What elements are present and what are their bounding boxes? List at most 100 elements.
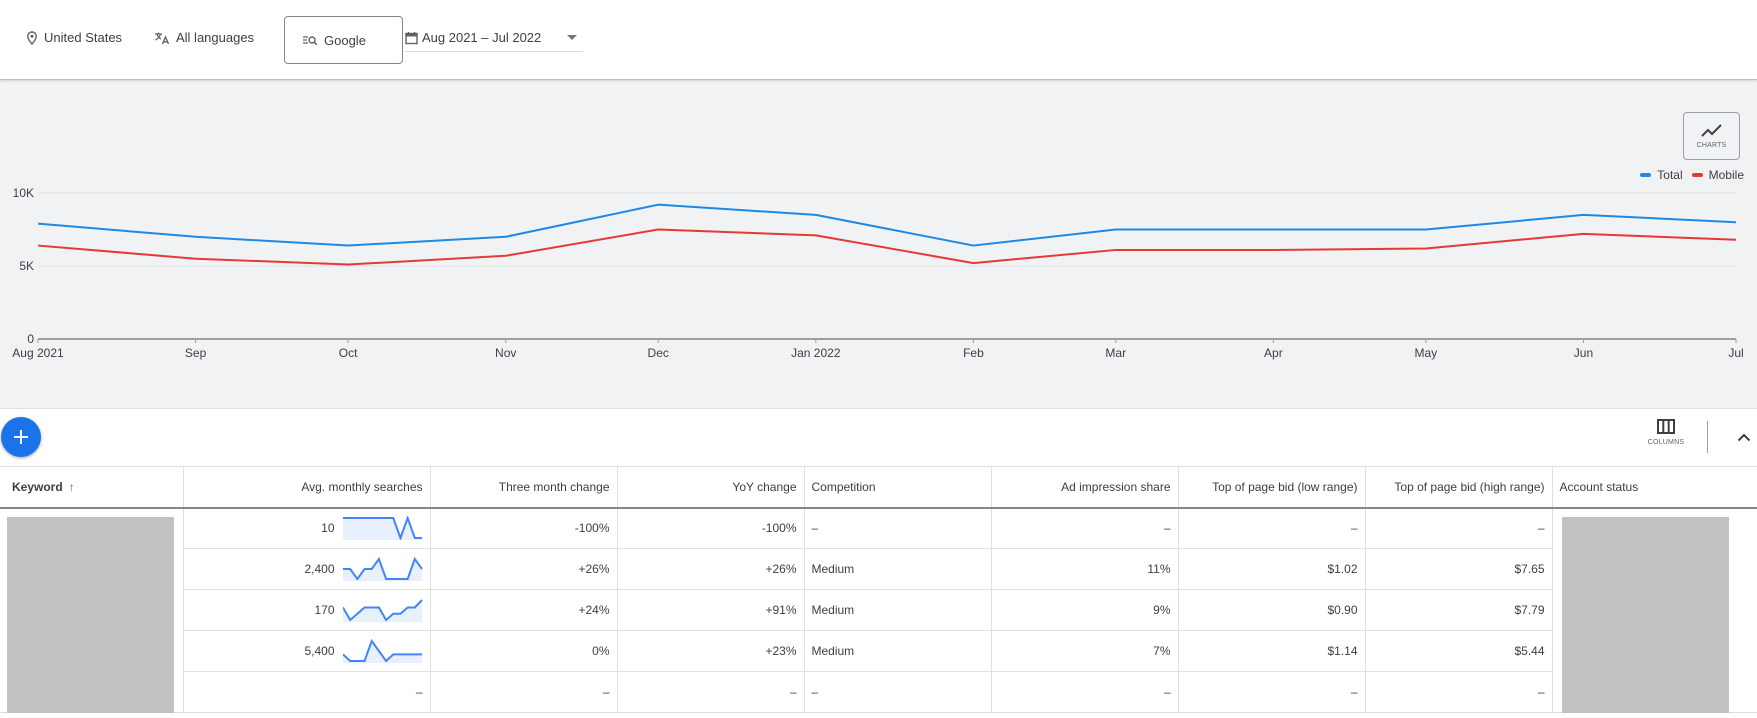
- line-chart: 0 5K 10K Aug 2021 Sep Oct Nov Dec Jan 2022 Feb Mar…: [12, 186, 1743, 360]
- data-point-mobile[interactable]: [193, 256, 199, 262]
- data-point-total[interactable]: [1113, 227, 1119, 233]
- data-point-mobile[interactable]: [35, 243, 41, 249]
- data-point-total[interactable]: [345, 243, 351, 249]
- trend-sparkline: [342, 639, 422, 663]
- competition-cell: Medium: [804, 548, 992, 590]
- bid-low-cell: $1.14: [1178, 630, 1366, 672]
- columns-icon: [1657, 419, 1675, 434]
- data-point-mobile[interactable]: [813, 232, 819, 238]
- avg-monthly-searches-cell: 2,400: [183, 548, 431, 590]
- data-point-total[interactable]: [813, 212, 819, 218]
- data-point-mobile[interactable]: [970, 260, 976, 266]
- add-keywords-button[interactable]: [1, 417, 41, 457]
- column-header-bid-low[interactable]: Top of page bid (low range): [1178, 466, 1366, 509]
- x-tick-label: Jun: [1574, 346, 1593, 360]
- x-tick-label: Dec: [648, 346, 669, 360]
- data-point-total[interactable]: [193, 234, 199, 240]
- yoy-change-cell: –: [617, 671, 805, 713]
- legend-item-total[interactable]: Total: [1640, 168, 1683, 182]
- chart-legend: Total Mobile: [1631, 168, 1744, 182]
- table-row[interactable]: 5,400 0% +23% Medium 7% $1.14 $5.44: [0, 630, 1757, 672]
- charts-button[interactable]: CHARTS: [1683, 112, 1740, 160]
- legend-item-mobile[interactable]: Mobile: [1691, 168, 1744, 182]
- trend-sparkline: [342, 516, 422, 541]
- legend-swatch-total: [1640, 173, 1652, 177]
- competition-cell: –: [804, 507, 992, 549]
- column-header-account-status[interactable]: Account status: [1552, 466, 1757, 509]
- three-month-change-cell: –: [430, 671, 618, 713]
- legend-swatch-mobile: [1691, 173, 1703, 177]
- data-point-mobile[interactable]: [1113, 247, 1119, 253]
- date-range-picker[interactable]: Aug 2021 – Jul 2022: [405, 30, 583, 52]
- sparkline-area: [342, 641, 422, 663]
- data-point-total[interactable]: [35, 221, 41, 227]
- line-chart-icon: [1700, 123, 1722, 137]
- y-tick-label: 0: [27, 332, 34, 346]
- data-point-total[interactable]: [503, 234, 509, 240]
- data-point-total[interactable]: [655, 202, 661, 208]
- column-header-ad-impression-share[interactable]: Ad impression share: [991, 466, 1179, 509]
- columns-button[interactable]: COLUMNS: [1640, 419, 1692, 459]
- data-point-mobile[interactable]: [1733, 237, 1739, 243]
- x-tick-label: Apr: [1264, 346, 1283, 360]
- legend-label-total: Total: [1657, 168, 1683, 182]
- column-header-three-month-change[interactable]: Three month change: [430, 466, 618, 509]
- competition-cell: Medium: [804, 589, 992, 631]
- columns-button-label: COLUMNS: [1647, 439, 1685, 446]
- table-row[interactable]: – – – – – – –: [0, 671, 1757, 713]
- keyword-ideas-table: Keyword ↑ Avg. monthly searches Three mon…: [0, 466, 1757, 713]
- bid-low-cell: –: [1178, 671, 1366, 713]
- bid-high-cell: $5.44: [1365, 630, 1553, 672]
- search-network-icon: [303, 36, 318, 46]
- sparkline-area: [342, 518, 422, 541]
- location-filter[interactable]: United States: [26, 30, 122, 45]
- x-tick-label: Sep: [185, 346, 207, 360]
- location-pin-icon: [27, 30, 37, 45]
- avg-monthly-searches-cell: 10: [183, 507, 431, 549]
- x-tick-label: Jan 2022: [791, 346, 841, 360]
- chevron-up-icon: [1737, 433, 1751, 441]
- column-header-competition[interactable]: Competition: [804, 466, 992, 509]
- table-toolbar: COLUMNS: [0, 409, 1757, 466]
- legend-label-mobile: Mobile: [1708, 168, 1744, 182]
- data-point-mobile[interactable]: [655, 227, 661, 233]
- trend-sparkline: [342, 599, 423, 622]
- data-point-mobile[interactable]: [1423, 245, 1429, 251]
- column-header-bid-high[interactable]: Top of page bid (high range): [1365, 466, 1553, 509]
- bid-high-cell: –: [1365, 507, 1553, 549]
- table-row[interactable]: 170 +24% +91% Medium 9% $0.90 $7.79: [0, 589, 1757, 631]
- location-label: United States: [44, 30, 123, 45]
- x-tick-label: Mar: [1105, 346, 1126, 360]
- data-point-total[interactable]: [970, 243, 976, 249]
- data-point-mobile[interactable]: [1270, 247, 1276, 253]
- data-point-mobile[interactable]: [345, 262, 351, 268]
- filter-bar: United States All languages Google Aug 2…: [0, 0, 1757, 80]
- data-point-mobile[interactable]: [503, 253, 509, 259]
- three-month-change-cell: -100%: [430, 507, 618, 549]
- bid-low-cell: $1.02: [1178, 548, 1366, 590]
- x-tick-label: May: [1415, 346, 1438, 360]
- search-network-filter[interactable]: Google: [284, 16, 403, 64]
- ad-impression-share-cell: –: [991, 671, 1179, 713]
- language-filter[interactable]: All languages: [154, 30, 254, 45]
- data-point-total[interactable]: [1270, 227, 1276, 233]
- data-point-total[interactable]: [1733, 219, 1739, 225]
- sort-ascending-icon: ↑: [68, 479, 75, 494]
- table-row[interactable]: 10 -100% -100% – – – –: [0, 507, 1757, 713]
- yoy-change-cell: +23%: [617, 630, 805, 672]
- yoy-change-cell: -100%: [617, 507, 805, 549]
- data-point-total[interactable]: [1580, 212, 1586, 218]
- x-tick-label: Aug 2021: [12, 346, 64, 360]
- bid-low-cell: –: [1178, 507, 1366, 549]
- data-point-total[interactable]: [1423, 227, 1429, 233]
- column-header-keyword[interactable]: Keyword ↑: [0, 466, 184, 509]
- data-point-mobile[interactable]: [1580, 231, 1586, 237]
- column-header-avg-monthly-searches[interactable]: Avg. monthly searches: [183, 466, 431, 509]
- column-header-yoy-change[interactable]: YoY change: [617, 466, 805, 509]
- collapse-chart-button[interactable]: [1733, 426, 1755, 448]
- table-row[interactable]: 2,400 +26% +26% Medium 11% $1.02 $7.65: [0, 548, 1757, 590]
- x-tick-label: Jul: [1728, 346, 1743, 360]
- sparkline-area: [342, 600, 422, 622]
- ad-impression-share-cell: 9%: [991, 589, 1179, 631]
- keyword-cell-redacted: [0, 507, 184, 713]
